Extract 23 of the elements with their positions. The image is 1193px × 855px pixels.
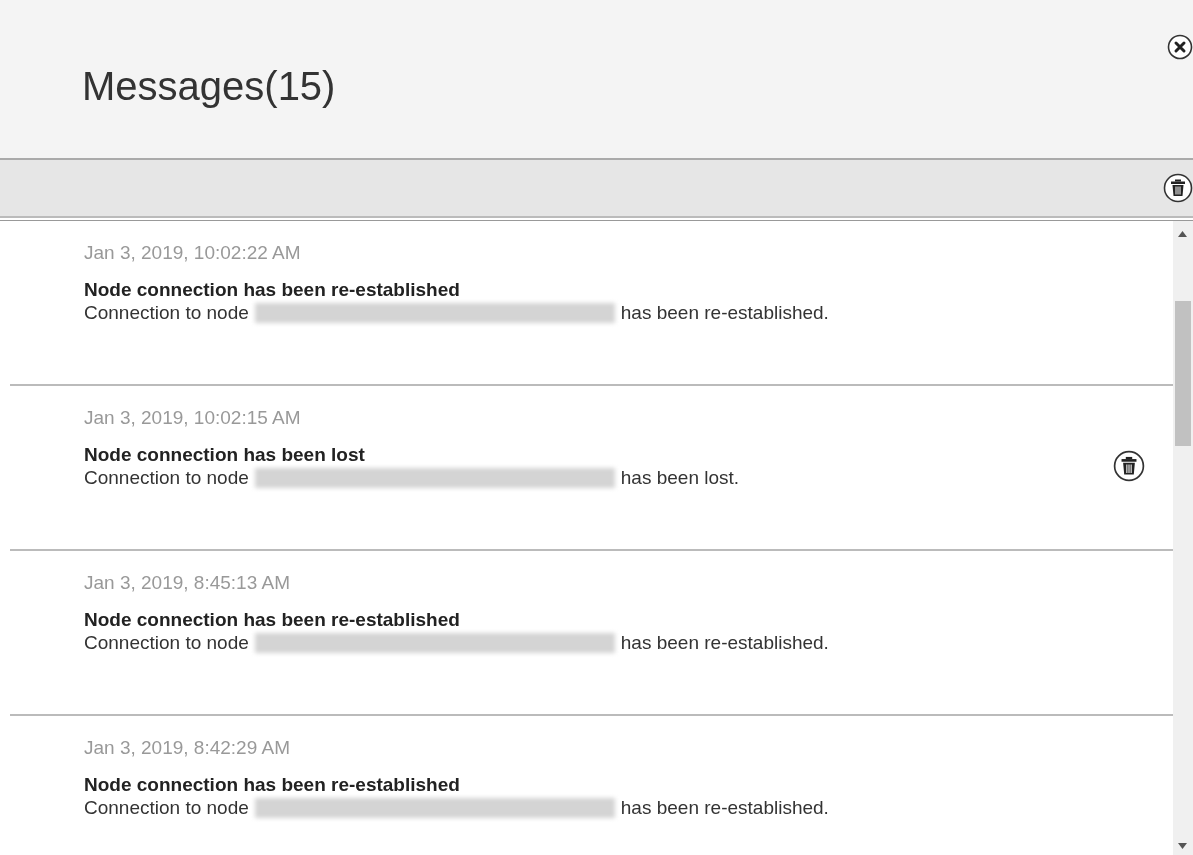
message-text: has been re-established. [620,301,829,325]
scrollbar-thumb[interactable] [1175,301,1191,446]
message-time: Jan 3, 2019, 8:45:13 AM [84,572,290,595]
panel-title: Messages(15) [82,66,336,106]
delete-icon[interactable] [1113,450,1145,482]
message-title: Node connection has been re-established [84,773,460,797]
message-time: Jan 3, 2019, 10:02:15 AM [84,407,301,430]
message-text: has been re-established. [620,796,829,820]
scroll-up-icon[interactable] [1178,231,1187,237]
message-time: Jan 3, 2019, 8:42:29 AM [84,737,290,760]
scroll-down-icon[interactable] [1178,843,1187,849]
message-text: has been re-established. [620,631,829,655]
message-title: Node connection has been re-established [84,608,460,632]
delete-all-icon[interactable] [1163,173,1193,203]
close-icon[interactable] [1167,34,1193,60]
message-title: Node connection has been lost [84,443,365,467]
message-text: has been lost. [620,466,740,490]
message-text: Connection to node [84,466,249,490]
message-text: Connection to node [84,301,249,325]
message-time: Jan 3, 2019, 10:02:22 AM [84,242,301,265]
message-text: Connection to node [84,796,249,820]
message-title: Node connection has been re-established [84,278,460,302]
message-text: Connection to node [84,631,249,655]
